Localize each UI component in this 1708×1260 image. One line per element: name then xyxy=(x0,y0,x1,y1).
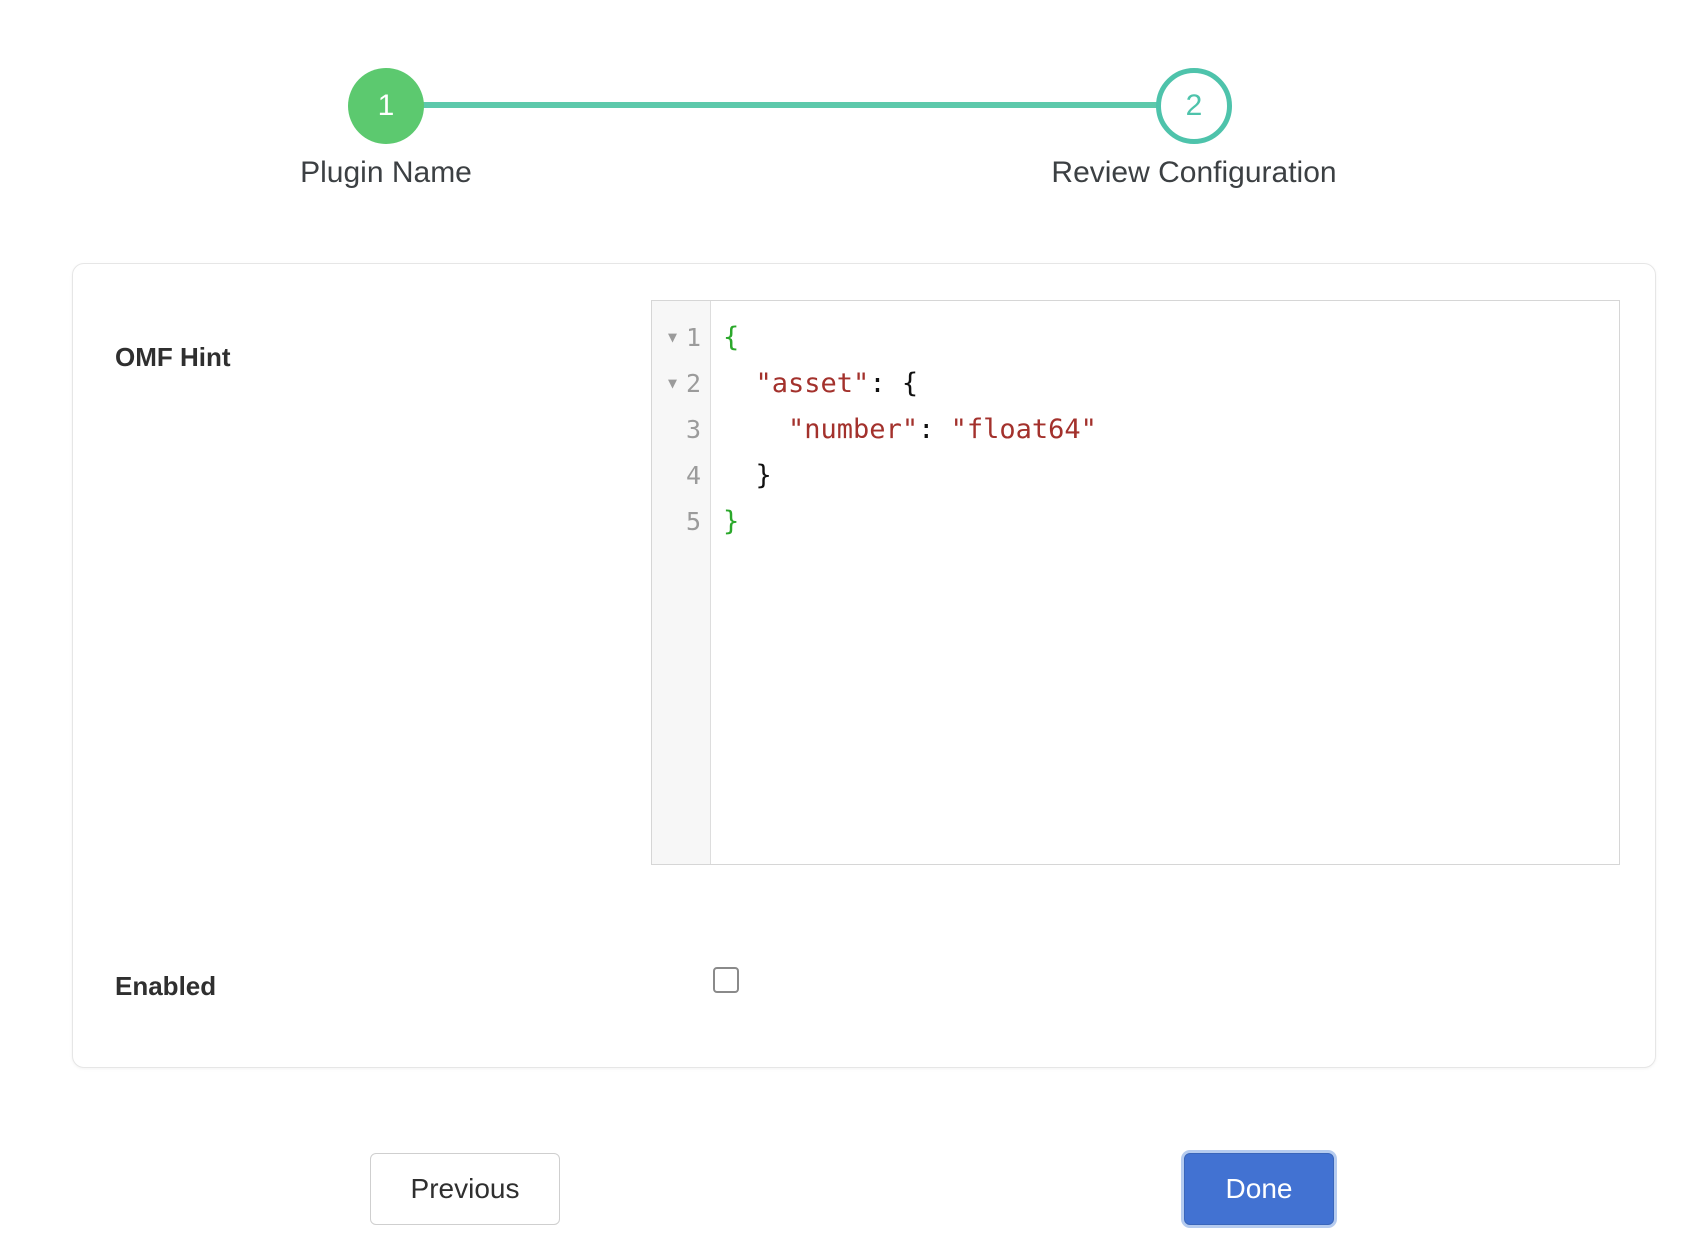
code-token: : { xyxy=(869,368,918,399)
wizard-footer: Previous Done xyxy=(0,1145,1708,1245)
editor-code-area[interactable]: { "asset" : { "number" : "float64" } xyxy=(711,301,1619,864)
gutter-line[interactable]: ▼ 5 xyxy=(652,498,710,544)
code-token xyxy=(723,414,788,445)
enabled-field: Enabled xyxy=(115,971,216,1002)
code-line: { xyxy=(723,314,1619,360)
code-token: "asset" xyxy=(756,368,870,399)
enabled-checkbox[interactable] xyxy=(713,967,739,993)
fold-toggle-icon[interactable]: ▼ xyxy=(668,330,686,345)
fold-toggle-icon[interactable]: ▼ xyxy=(668,376,686,391)
code-token: } xyxy=(723,460,772,491)
line-number: 5 xyxy=(686,507,701,536)
step-number-2: 2 xyxy=(1186,91,1203,121)
enabled-label: Enabled xyxy=(115,971,216,1002)
previous-button[interactable]: Previous xyxy=(370,1153,560,1225)
code-line: "number" : "float64" xyxy=(723,406,1619,452)
code-line: } xyxy=(723,452,1619,498)
line-number: 2 xyxy=(686,369,701,398)
wizard-page: 1 2 Plugin Name Review Configuration OMF… xyxy=(0,0,1708,1260)
fold-toggle-icon: ▼ xyxy=(668,468,686,483)
code-token: } xyxy=(723,506,739,537)
step-label-plugin-name: Plugin Name xyxy=(300,156,472,190)
step-indicator-2[interactable]: 2 xyxy=(1156,68,1232,144)
step-number-1: 1 xyxy=(378,91,395,121)
code-line: } xyxy=(723,498,1619,544)
editor-gutter: ▼ 1 ▼ 2 ▼ 3 ▼ 4 ▼ 5 xyxy=(652,301,711,864)
stepper-track: 1 2 xyxy=(340,68,1240,144)
fold-toggle-icon: ▼ xyxy=(668,422,686,437)
line-number: 1 xyxy=(686,323,701,352)
fold-toggle-icon: ▼ xyxy=(668,514,686,529)
omf-hint-field: OMF Hint xyxy=(115,342,231,373)
step-label-review-configuration: Review Configuration xyxy=(1051,156,1336,190)
step-indicator-1[interactable]: 1 xyxy=(348,68,424,144)
line-number: 4 xyxy=(686,461,701,490)
omf-hint-code-editor[interactable]: ▼ 1 ▼ 2 ▼ 3 ▼ 4 ▼ 5 xyxy=(651,300,1620,865)
gutter-line[interactable]: ▼ 1 xyxy=(652,314,710,360)
omf-hint-label: OMF Hint xyxy=(115,342,231,373)
code-line: "asset" : { xyxy=(723,360,1619,406)
configuration-card: OMF Hint ▼ 1 ▼ 2 ▼ 3 ▼ 4 xyxy=(72,263,1656,1068)
gutter-line[interactable]: ▼ 2 xyxy=(652,360,710,406)
code-token: { xyxy=(723,322,739,353)
code-token: "number" xyxy=(788,414,918,445)
stepper-connector-line xyxy=(386,102,1194,108)
gutter-line[interactable]: ▼ 3 xyxy=(652,406,710,452)
done-button[interactable]: Done xyxy=(1184,1153,1334,1225)
line-number: 3 xyxy=(686,415,701,444)
gutter-line[interactable]: ▼ 4 xyxy=(652,452,710,498)
code-token: : xyxy=(918,414,951,445)
code-token: "float64" xyxy=(951,414,1097,445)
wizard-stepper: 1 2 Plugin Name Review Configuration xyxy=(340,68,1240,198)
code-token xyxy=(723,368,756,399)
